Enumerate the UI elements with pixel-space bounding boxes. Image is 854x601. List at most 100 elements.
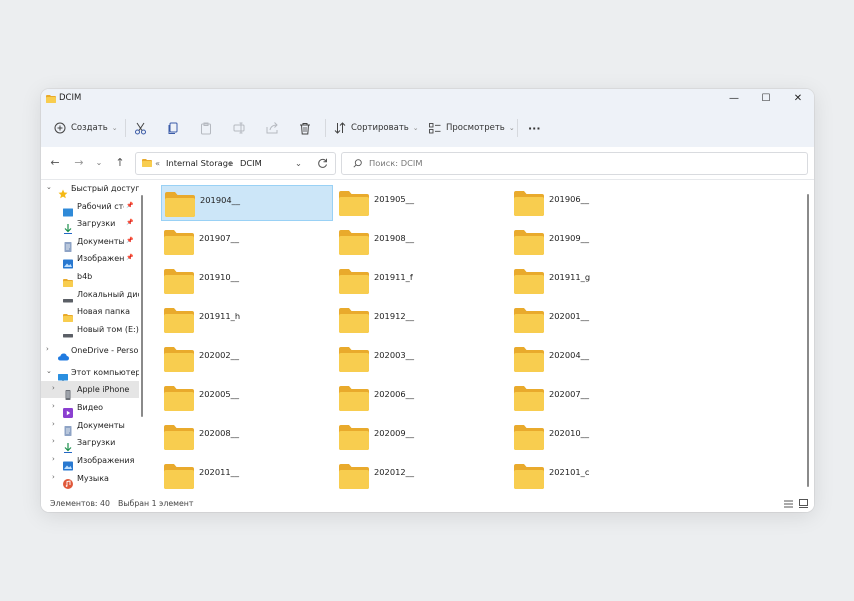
back-arrow-icon[interactable]: ←	[48, 156, 62, 170]
folder-item[interactable]: 202004__	[511, 341, 683, 377]
sidebar-item[interactable]: › Музыка	[41, 470, 139, 489]
sidebar-item[interactable]: › Видео	[41, 399, 139, 418]
chevron-right-icon[interactable]: ›	[52, 473, 55, 481]
breadcrumb-dcim[interactable]: DCIM	[240, 158, 262, 168]
navigation-pane: ⌄ Быстрый доступ Рабочий сто...📌Загрузки📌Д…	[41, 180, 144, 495]
folder-item[interactable]: 202006__	[336, 380, 508, 416]
details-view-icon[interactable]	[784, 500, 793, 508]
toolbar-divider	[325, 119, 326, 137]
minimize-button[interactable]: —	[723, 91, 745, 107]
sidebar-item[interactable]: Загрузки 📌	[41, 215, 139, 234]
delete-button[interactable]	[299, 120, 311, 136]
rename-button[interactable]	[233, 120, 246, 136]
folder-name: 201905__	[374, 194, 414, 204]
sidebar-item[interactable]: › Загрузки	[41, 434, 139, 453]
folder-item[interactable]: 201911_g	[511, 263, 683, 299]
sidebar-item-label: Apple iPhone	[77, 384, 130, 394]
folder-item[interactable]: 201908__	[336, 224, 508, 260]
folder-item[interactable]: 201912__	[336, 302, 508, 338]
sidebar-item[interactable]: › Изображения	[41, 452, 139, 471]
trash-icon	[300, 122, 310, 134]
folder-item[interactable]: 201909__	[511, 224, 683, 260]
folder-item[interactable]: 202008__	[161, 419, 333, 455]
sidebar-item-label: Новая папка	[77, 306, 130, 316]
folder-item[interactable]: 202011__	[161, 458, 333, 494]
sort-icon	[334, 122, 346, 134]
close-button[interactable]: ✕	[787, 91, 809, 107]
breadcrumb-separator: ›	[229, 158, 233, 168]
copy-button[interactable]	[167, 120, 179, 136]
folder-item[interactable]: 201904__	[161, 185, 333, 221]
folder-item[interactable]: 201911_f	[336, 263, 508, 299]
breadcrumb-overflow[interactable]: «	[155, 158, 160, 168]
sidebar-item[interactable]: ⌄ Этот компьютер	[41, 364, 139, 383]
create-button[interactable]: Создать ⌄	[54, 120, 118, 136]
folder-item[interactable]: 201906__	[511, 185, 683, 221]
more-options-button[interactable]: ···	[528, 120, 541, 136]
up-arrow-icon[interactable]: ↑	[113, 156, 127, 170]
sidebar-item[interactable]: › Apple iPhone	[41, 381, 139, 400]
folder-name: 201911_f	[374, 272, 413, 282]
search-box[interactable]: Поиск: DCIM	[341, 152, 808, 175]
sidebar-item[interactable]: Рабочий сто...📌	[41, 198, 139, 217]
recent-chevron-icon[interactable]: ⌄	[92, 156, 106, 170]
refresh-icon[interactable]	[317, 158, 328, 169]
chevron-right-icon[interactable]: ›	[52, 455, 55, 463]
sidebar-item[interactable]: › Документы	[41, 417, 139, 436]
forward-arrow-icon[interactable]: →	[72, 156, 86, 170]
folder-item[interactable]: 201905__	[336, 185, 508, 221]
folder-item[interactable]: 201910__	[161, 263, 333, 299]
folder-item[interactable]: 202007__	[511, 380, 683, 416]
folder-item[interactable]: 202003__	[336, 341, 508, 377]
chevron-right-icon[interactable]: ›	[52, 420, 55, 428]
sidebar-item[interactable]: Локальный дис	[41, 286, 139, 303]
status-bar: Элементов: 40 Выбран 1 элемент	[41, 495, 814, 512]
chevron-right-icon[interactable]: ›	[52, 402, 55, 410]
sidebar-item[interactable]: Изображени📌	[41, 250, 139, 269]
sidebar-item[interactable]: ⌄ Быстрый доступ	[41, 180, 139, 199]
folder-item[interactable]: 202012__	[336, 458, 508, 494]
sidebar-scrollbar[interactable]	[141, 195, 143, 417]
folder-item[interactable]: 201907__	[161, 224, 333, 260]
scissors-icon	[135, 122, 146, 134]
sidebar-item[interactable]: Документы 📌	[41, 233, 139, 252]
chevron-right-icon[interactable]: ›	[52, 437, 55, 445]
sidebar-item[interactable]: b4b	[41, 268, 139, 287]
folder-item[interactable]: 202005__	[161, 380, 333, 416]
folder-item[interactable]: 202101_c	[511, 458, 683, 494]
breadcrumb-internal-storage[interactable]: Internal Storage	[166, 158, 233, 168]
toolbar-divider	[125, 119, 126, 137]
folder-item[interactable]: 202001__	[511, 302, 683, 338]
folder-icon	[46, 95, 56, 103]
chevron-down-icon[interactable]: ⌄	[46, 183, 52, 191]
paste-icon	[201, 122, 211, 134]
paste-button[interactable]	[200, 120, 212, 136]
sidebar-item[interactable]: Новый том (E:)	[41, 321, 139, 338]
folder-item[interactable]: 202009__	[336, 419, 508, 455]
folder-item[interactable]: 201911_h	[161, 302, 333, 338]
sidebar-item[interactable]: Новая папка	[41, 303, 139, 322]
folder-name: 202010__	[549, 428, 589, 438]
chevron-right-icon[interactable]: ›	[46, 345, 49, 353]
share-button[interactable]	[266, 120, 279, 136]
folder-item[interactable]: 202002__	[161, 341, 333, 377]
sidebar-item-label: Быстрый доступ	[71, 183, 139, 193]
chevron-down-icon[interactable]: ⌄	[46, 367, 52, 375]
address-bar[interactable]: « Internal Storage › DCIM ⌄	[135, 152, 336, 175]
folder-name: 201910__	[199, 272, 239, 282]
folder-item[interactable]: 202010__	[511, 419, 683, 455]
sidebar-item-label: Этот компьютер	[71, 367, 139, 377]
maximize-button[interactable]: ☐	[755, 91, 777, 107]
chevron-right-icon[interactable]: ›	[52, 384, 55, 392]
folder-name: 202009__	[374, 428, 414, 438]
content-scrollbar[interactable]	[807, 194, 809, 487]
rename-icon	[233, 122, 245, 134]
sort-button[interactable]: Сортировать ⌄	[334, 120, 419, 136]
download-icon	[63, 219, 73, 234]
chevron-down-icon[interactable]: ⌄	[295, 158, 302, 168]
window-title: DCIM	[59, 93, 82, 103]
view-button[interactable]: Просмотреть ⌄	[429, 120, 515, 136]
tiles-view-icon[interactable]	[799, 499, 808, 508]
cut-button[interactable]	[134, 120, 147, 136]
sidebar-item[interactable]: › OneDrive - Person	[41, 342, 139, 361]
